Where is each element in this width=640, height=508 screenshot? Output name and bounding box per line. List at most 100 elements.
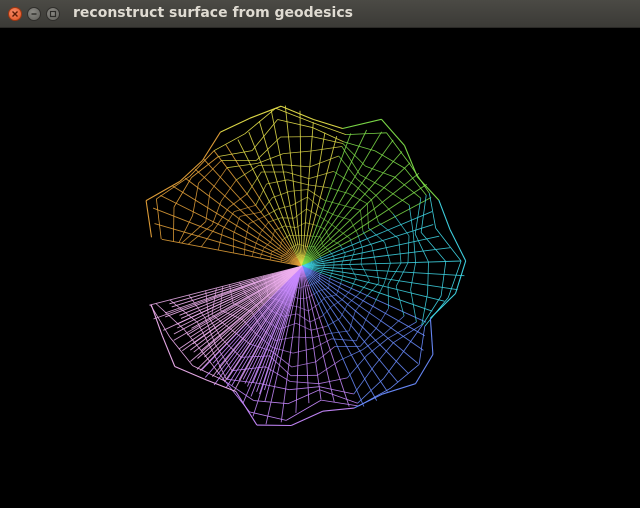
wire-edge [151, 305, 162, 336]
wire-edge [358, 234, 363, 249]
wire-edge [236, 165, 258, 180]
wire-edge [286, 172, 309, 179]
wire-edge [304, 235, 312, 236]
wire-edge [371, 200, 378, 223]
wire-edge [369, 228, 385, 243]
wire-edge [156, 199, 161, 239]
title-bar[interactable]: reconstruct surface from geodesics [0, 0, 640, 28]
wire-edge [359, 281, 370, 294]
wire-edge [428, 262, 429, 293]
wire-edge [305, 223, 315, 225]
maximize-icon [49, 10, 57, 18]
wire-edge [250, 412, 287, 421]
wire-edge [319, 387, 354, 394]
wire-edge [413, 235, 415, 263]
wire-edge [302, 266, 349, 407]
wire-edge [344, 142, 376, 151]
wire-edge [309, 171, 334, 178]
wire-edge [366, 283, 379, 298]
wire-edge [329, 251, 334, 258]
wire-edge [347, 355, 367, 378]
wire-edge [146, 181, 180, 200]
window-title: reconstruct surface from geodesics [73, 5, 353, 21]
wire-edge [311, 326, 326, 330]
wire-edge [334, 171, 354, 184]
wire-edge [350, 239, 355, 252]
wire-edge [430, 318, 433, 354]
wire-edge [322, 307, 331, 317]
wire-edge [271, 351, 291, 367]
wire-edge [291, 411, 323, 425]
wire-edge [311, 147, 342, 152]
wire-edge [361, 264, 369, 280]
wire-edge [374, 343, 393, 366]
wire-edge [221, 180, 236, 201]
wire-edge [259, 165, 286, 166]
wire-edge [384, 351, 404, 378]
wire-edge [316, 225, 326, 229]
wire-edge [360, 328, 376, 346]
wire-edge [382, 384, 415, 395]
wire-edge [372, 246, 376, 263]
wire-edge [318, 360, 341, 375]
wire-edge [350, 265, 357, 278]
wire-edge [300, 286, 305, 289]
wire-edge [245, 108, 276, 134]
wire-edge [293, 348, 314, 353]
wire-edge [439, 200, 450, 230]
wire-edge [162, 335, 175, 366]
wire-edge [340, 245, 346, 254]
wire-edge [285, 165, 310, 167]
wire-edge [408, 236, 409, 263]
maximize-button[interactable] [46, 7, 60, 21]
wire-edge [295, 337, 313, 338]
wire-edge [411, 262, 416, 289]
wire-edge [308, 185, 328, 188]
wire-edge [391, 364, 419, 388]
wire-edge [354, 394, 382, 408]
wire-edge [298, 307, 309, 311]
wire-edge [286, 400, 321, 420]
wire-edge [332, 265, 334, 273]
wire-edge [321, 400, 359, 406]
application-window: reconstruct surface from geodesics [0, 0, 640, 508]
wire-edge [342, 265, 344, 275]
wire-edge [292, 362, 316, 367]
wire-edge [349, 311, 355, 331]
wire-edge [296, 323, 311, 330]
gl-viewport[interactable] [0, 28, 640, 508]
wireframe-surface [0, 28, 640, 508]
wire-edge [297, 314, 310, 322]
wire-edge [146, 201, 151, 238]
wire-edge [314, 120, 343, 129]
wire-edge [343, 119, 382, 128]
wire-edge [314, 291, 320, 295]
wire-edge [290, 382, 319, 384]
wire-edge [456, 261, 466, 294]
wire-edge [292, 197, 308, 205]
wire-edge [272, 191, 289, 197]
close-button[interactable] [8, 7, 22, 21]
wire-edge [319, 216, 330, 223]
wire-edge [247, 172, 261, 194]
wire-edge [396, 263, 408, 287]
wire-edge [363, 231, 372, 246]
wire-edge [283, 151, 311, 154]
wire-edge [399, 239, 401, 263]
wire-edge [270, 252, 271, 260]
wire-edge [298, 244, 303, 246]
wire-edge [302, 266, 409, 374]
wire-edge [312, 137, 343, 144]
wire-edge [416, 355, 433, 384]
wire-edge [173, 207, 174, 242]
wire-edge [244, 240, 245, 255]
wire-edge [290, 190, 308, 192]
wire-edge [289, 387, 319, 390]
close-icon [11, 10, 19, 18]
wire-edge [216, 208, 229, 227]
wire-edge [384, 263, 390, 284]
wire-edge [313, 128, 344, 142]
wire-edge [234, 205, 256, 211]
wire-edge [285, 106, 302, 266]
minimize-button[interactable] [27, 7, 41, 21]
